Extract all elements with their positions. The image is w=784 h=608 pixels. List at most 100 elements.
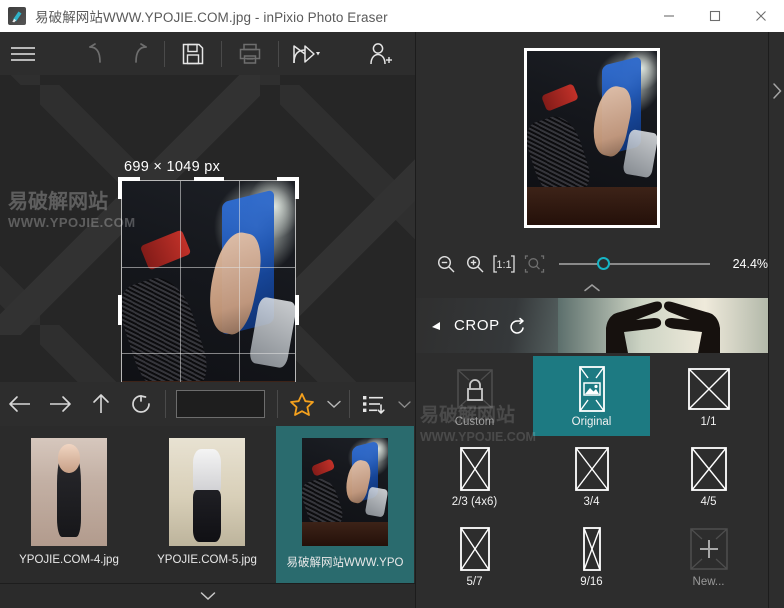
thumbnail-item-2[interactable]: YPOJIE.COM-5.jpg	[138, 426, 276, 583]
thumbnail-item-3[interactable]: 易破解网站WWW.YPO	[276, 426, 414, 583]
crop-preset-label: 2/3 (4x6)	[451, 496, 498, 508]
crop-grid-line	[180, 181, 181, 382]
save-button[interactable]	[165, 32, 221, 75]
browser-divider	[165, 390, 167, 418]
crop-preset-2-3[interactable]: 2/3 (4x6)	[416, 436, 533, 516]
crop-preset-new[interactable]: New...	[650, 516, 767, 596]
zoom-percentage: 24.4%	[732, 257, 769, 271]
chevron-down-icon	[200, 592, 215, 601]
image-preview[interactable]	[524, 48, 660, 228]
main-toolbar	[0, 32, 415, 75]
crop-handle-top-right-v[interactable]	[295, 177, 299, 199]
panel-expand-strip[interactable]	[768, 32, 784, 608]
crop-grid-line	[122, 353, 295, 354]
application-window: 易破解网站WWW.YPOJIE.COM.jpg - inPixio Photo …	[0, 0, 784, 608]
crop-preset-label: 3/4	[583, 496, 600, 508]
crop-handle-top-center[interactable]	[194, 177, 224, 181]
favorites-button[interactable]	[282, 382, 322, 426]
crop-preset-label: 1/1	[700, 416, 717, 428]
crop-grid-line	[122, 267, 295, 268]
zoom-controls: 1:1 24.4%	[416, 244, 768, 284]
preview-area	[416, 32, 768, 244]
crop-preset-label: 9/16	[580, 576, 603, 588]
zoom-slider[interactable]	[559, 257, 710, 270]
close-button[interactable]	[738, 0, 784, 32]
ratio-2-3-icon	[452, 444, 498, 494]
crop-preset-label: New...	[692, 576, 725, 588]
filmstrip-expand-bar[interactable]	[0, 583, 415, 608]
thumbnail-label: YPOJIE.COM-4.jpg	[19, 554, 119, 566]
panel-collapse-button[interactable]	[416, 280, 768, 296]
canvas-photo	[122, 181, 295, 382]
zoom-out-button[interactable]	[434, 251, 458, 277]
chevron-right-icon	[772, 83, 782, 99]
hands-banner-image	[558, 298, 768, 353]
crop-handle-top-left-v[interactable]	[118, 177, 122, 199]
svg-text:1:1: 1:1	[497, 259, 512, 271]
crop-handle-left-center[interactable]	[118, 295, 122, 325]
back-button[interactable]	[0, 382, 40, 426]
crop-preset-label: 5/7	[466, 576, 483, 588]
sort-button[interactable]	[354, 382, 394, 426]
window-controls	[646, 0, 784, 32]
plus-icon	[686, 524, 732, 574]
actual-size-button[interactable]: 1:1	[492, 251, 518, 277]
undo-button[interactable]	[72, 32, 118, 75]
thumbnail-image	[169, 438, 245, 546]
ratio-3-4-icon	[569, 444, 615, 494]
caret-down-icon	[316, 51, 320, 55]
crop-section-title: CROP	[454, 317, 500, 334]
crop-section-header[interactable]: CROP	[416, 298, 768, 353]
zoom-slider-handle[interactable]	[597, 257, 611, 270]
ratio-9-16-icon	[569, 524, 615, 574]
ratio-1-1-icon	[686, 364, 732, 414]
ratio-5-7-icon	[452, 524, 498, 574]
thumbnail-image	[302, 438, 388, 546]
redo-button[interactable]	[118, 32, 164, 75]
thumbnail-item-1[interactable]: YPOJIE.COM-4.jpg	[0, 426, 138, 583]
crop-preset-9-16[interactable]: 9/16	[533, 516, 650, 596]
thumbnail-image	[31, 438, 107, 546]
original-image-icon	[570, 364, 614, 414]
crop-dimension-label: 699 × 1049 px	[124, 159, 221, 175]
path-input[interactable]	[176, 390, 266, 418]
hamburger-menu-button[interactable]	[0, 32, 46, 75]
share-button[interactable]	[279, 32, 335, 75]
zoom-in-button[interactable]	[463, 251, 487, 277]
title-bar: 易破解网站WWW.YPOJIE.COM.jpg - inPixio Photo …	[0, 0, 784, 32]
window-title: 易破解网站WWW.YPOJIE.COM.jpg - inPixio Photo …	[35, 10, 388, 25]
crop-preset-label: 4/5	[700, 496, 717, 508]
file-browser-toolbar	[0, 382, 415, 426]
browser-divider-2	[277, 390, 279, 418]
up-button[interactable]	[81, 382, 121, 426]
crop-preset-3-4[interactable]: 3/4	[533, 436, 650, 516]
crop-handle-right-center[interactable]	[295, 295, 299, 325]
crop-preset-4-5[interactable]: 4/5	[650, 436, 767, 516]
crop-preset-grid: Custom Original 1/1 2/3 (4x6) 3/4 4/5 5/…	[416, 356, 768, 608]
thumbnail-filmstrip[interactable]: YPOJIE.COM-4.jpg YPOJIE.COM-5.jpg 易破解网站W…	[0, 426, 415, 583]
thumbnail-label: 易破解网站WWW.YPO	[286, 557, 404, 569]
maximize-button[interactable]	[692, 0, 738, 32]
crop-preset-5-7[interactable]: 5/7	[416, 516, 533, 596]
crop-preset-original[interactable]: Original	[533, 356, 650, 436]
crop-preset-custom[interactable]: Custom	[416, 356, 533, 436]
crop-preset-1-1[interactable]: 1/1	[650, 356, 767, 436]
image-canvas[interactable]: 699 × 1049 px 易破解网站 WWW.YPOJIE.COM	[0, 75, 415, 382]
crop-preset-label: Original	[571, 416, 612, 428]
crop-reset-button[interactable]	[508, 317, 526, 335]
forward-button[interactable]	[40, 382, 80, 426]
minimize-button[interactable]	[646, 0, 692, 32]
chevron-up-icon	[584, 284, 600, 292]
add-user-button[interactable]	[357, 32, 403, 75]
crop-selection-frame[interactable]	[118, 177, 299, 382]
reset-icon	[510, 317, 524, 334]
favorites-dropdown[interactable]	[323, 382, 346, 426]
sort-dropdown[interactable]	[394, 382, 415, 426]
right-panel: 1:1 24.4% CROP Custom Original 1/1 2/3 (…	[415, 32, 784, 608]
fit-to-window-button[interactable]	[522, 251, 546, 277]
refresh-button[interactable]	[121, 382, 161, 426]
browser-divider-3	[349, 390, 351, 418]
print-button[interactable]	[222, 32, 278, 75]
section-collapse-triangle[interactable]	[430, 320, 442, 332]
crop-grid-line	[239, 181, 240, 382]
